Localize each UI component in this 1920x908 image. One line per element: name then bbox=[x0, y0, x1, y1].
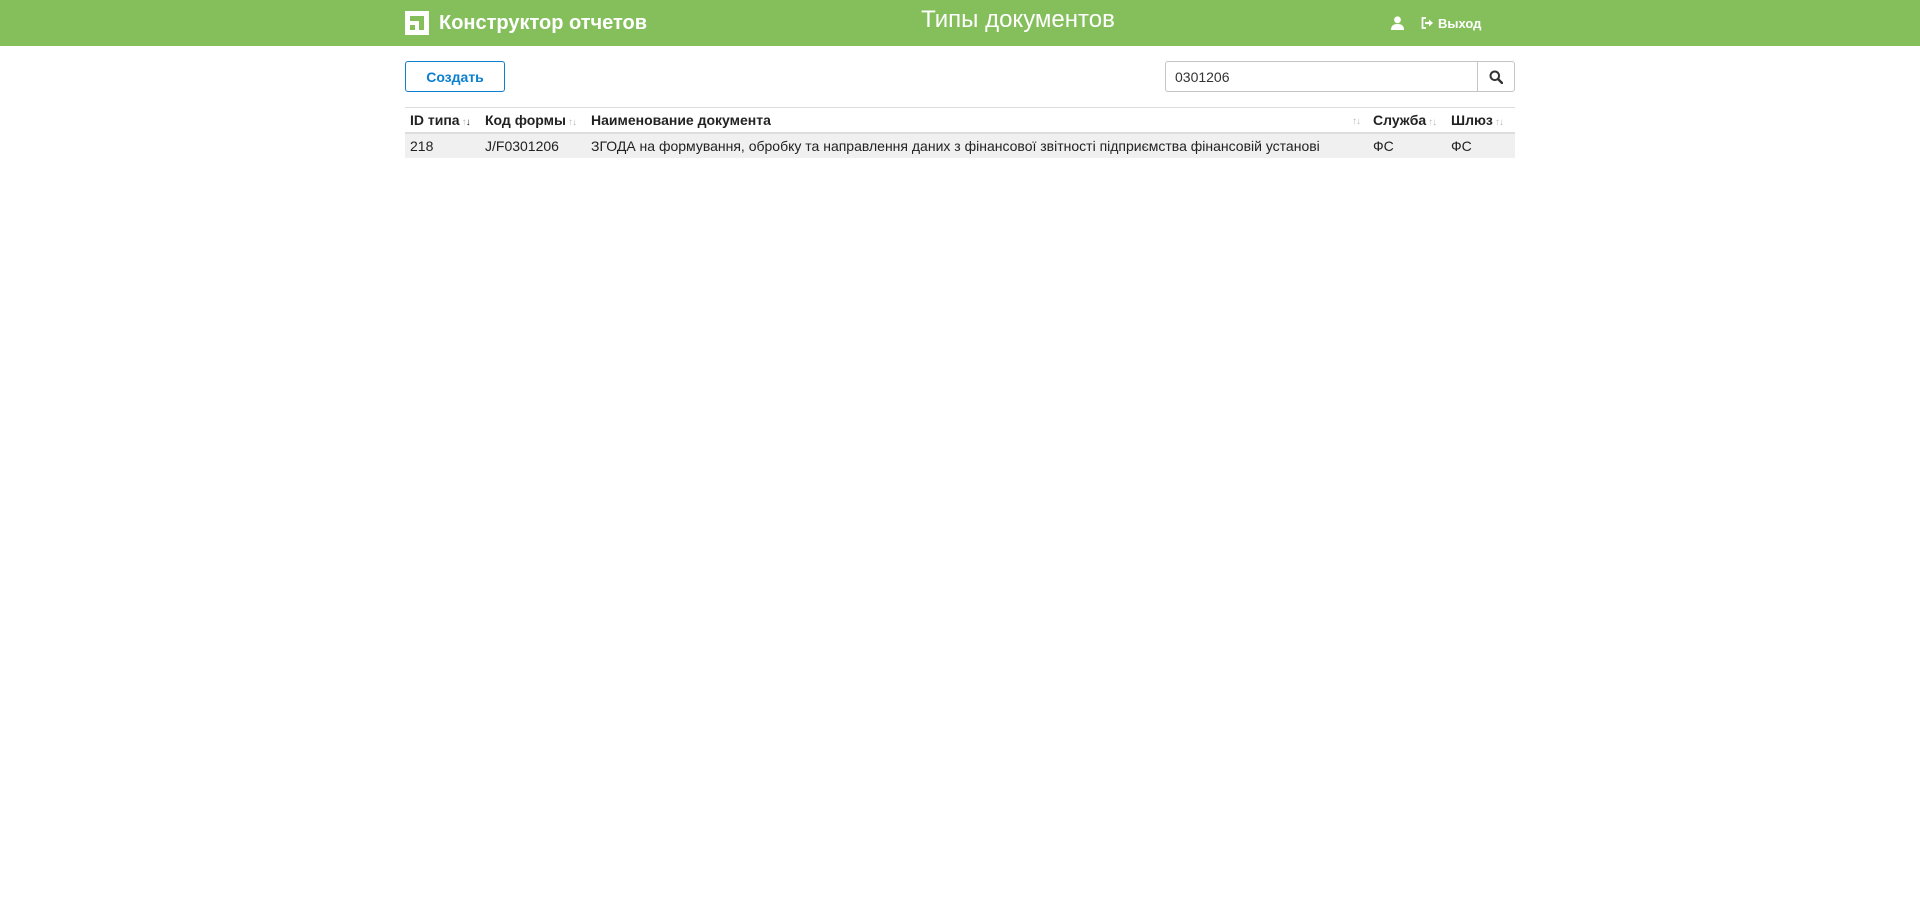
brand[interactable]: Конструктор отчетов bbox=[405, 11, 647, 35]
column-header-document-name[interactable]: Наименование документа ↑↓ bbox=[586, 108, 1368, 133]
column-header-service[interactable]: Служба ↑↓ bbox=[1368, 108, 1446, 133]
cell-document-name: ЗГОДА на формування, обробку та направле… bbox=[591, 137, 1320, 154]
sort-icon: ↑↓ bbox=[1494, 116, 1504, 128]
user-icon bbox=[1390, 16, 1404, 30]
column-header-id-type[interactable]: ID типа ↑↓ bbox=[405, 108, 480, 133]
top-navbar: Конструктор отчетов Типы документов Выхо… bbox=[0, 0, 1920, 46]
column-header-label: Шлюз bbox=[1451, 111, 1493, 128]
sort-icon: ↑↓ bbox=[568, 116, 577, 128]
column-header-label: Служба bbox=[1373, 111, 1427, 128]
column-header-label: Наименование документа bbox=[591, 111, 771, 128]
column-header-form-code[interactable]: Код формы ↑↓ bbox=[480, 108, 586, 133]
cell-gateway: ФС bbox=[1451, 137, 1472, 154]
sort-icon: ↑↓ bbox=[1428, 116, 1437, 128]
column-header-label: Код формы bbox=[485, 111, 566, 128]
cell-form-code: J/F0301206 bbox=[485, 137, 559, 154]
column-header-gateway[interactable]: Шлюз ↑↓ bbox=[1446, 108, 1515, 133]
sign-out-icon bbox=[1421, 17, 1433, 29]
brand-logo-icon bbox=[405, 11, 429, 35]
sort-icon: ↑↓ bbox=[461, 116, 471, 128]
sort-icon: ↑↓ bbox=[1352, 116, 1361, 127]
cell-service: ФС bbox=[1373, 137, 1394, 154]
search-button[interactable] bbox=[1477, 61, 1515, 92]
document-types-table: ID типа ↑↓ Код формы ↑↓ Наименование докум… bbox=[405, 107, 1515, 158]
user-profile-button[interactable] bbox=[1387, 13, 1407, 33]
search-input[interactable] bbox=[1165, 61, 1477, 92]
page-title: Типы документов bbox=[921, 6, 1115, 33]
logout-button[interactable]: Выход bbox=[1421, 13, 1481, 33]
app-title: Конструктор отчетов bbox=[439, 12, 648, 34]
search-icon bbox=[1489, 70, 1503, 84]
column-header-label: ID типа bbox=[410, 111, 460, 128]
cell-id-type: 218 bbox=[410, 137, 434, 154]
create-button[interactable]: Создать bbox=[405, 61, 505, 92]
table-row[interactable]: 218 J/F0301206 ЗГОДА на формування, обро… bbox=[405, 132, 1515, 158]
table-header-row: ID типа ↑↓ Код формы ↑↓ Наименование докум… bbox=[405, 107, 1515, 133]
logout-label: Выход bbox=[1438, 15, 1482, 31]
